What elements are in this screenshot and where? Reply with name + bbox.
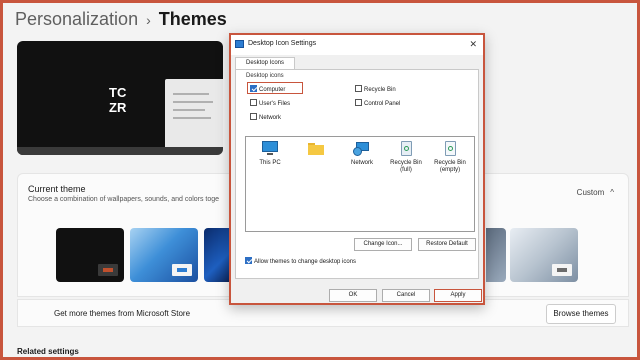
cancel-button[interactable]: Cancel — [382, 289, 430, 302]
checkbox-network[interactable]: Network — [250, 113, 281, 121]
checkbox-label: User's Files — [259, 101, 291, 107]
related-settings-heading: Related settings — [17, 347, 79, 356]
breadcrumb: Personalization › Themes — [15, 9, 227, 30]
settings-window: Personalization › Themes TC ZR Current the… — [0, 0, 640, 360]
page-title: Themes — [158, 9, 227, 29]
checkbox-checked-icon — [250, 85, 257, 92]
icon-item-user-files[interactable] — [294, 141, 338, 160]
icon-item-recycle-bin-full[interactable]: Recycle Bin (full) — [384, 141, 428, 174]
checkbox-users-files[interactable]: User's Files — [250, 99, 290, 107]
checkbox-unchecked-icon — [250, 99, 257, 106]
apply-button[interactable]: Apply — [434, 289, 482, 302]
checkbox-recycle-bin[interactable]: Recycle Bin — [355, 85, 396, 93]
network-icon — [353, 141, 371, 157]
icon-label: Network — [350, 160, 373, 166]
desktop-settings-icon — [235, 40, 244, 48]
preview-taskbar — [17, 147, 223, 155]
preview-line — [173, 109, 205, 111]
checkbox-label: Allow themes to change desktop icons — [254, 259, 357, 265]
folder-icon — [307, 141, 325, 157]
tab-desktop-icons[interactable]: Desktop Icons — [235, 57, 295, 69]
desktop-icons-panel: Desktop icons Computer Recycle Bin User'… — [235, 69, 479, 279]
icon-item-network[interactable]: Network — [340, 141, 384, 167]
checkbox-checked-icon — [245, 257, 252, 264]
checkbox-control-panel[interactable]: Control Panel — [355, 99, 400, 107]
checkbox-unchecked-icon — [355, 85, 362, 92]
chevron-up-icon: ^ — [610, 188, 614, 197]
icon-list[interactable]: This PC Network Recycle Bin (full) Recyc… — [245, 136, 475, 232]
preview-window — [165, 79, 223, 155]
checkbox-computer[interactable]: Computer — [250, 85, 285, 93]
custom-label: Custom — [576, 188, 605, 197]
preview-line — [173, 117, 211, 119]
icon-item-this-pc[interactable]: This PC — [248, 141, 292, 167]
icon-label: Recycle Bin (full) — [390, 160, 422, 173]
recycle-bin-full-icon — [397, 141, 415, 157]
icon-label: This PC — [259, 160, 281, 166]
icon-label: Recycle Bin (empty) — [434, 160, 466, 173]
preview-logo: TC ZR — [109, 85, 126, 115]
dialog-titlebar[interactable]: Desktop Icon Settings ✕ — [231, 35, 483, 55]
theme-thumbnail-flow[interactable] — [510, 228, 578, 282]
checkbox-unchecked-icon — [355, 99, 362, 106]
ok-button[interactable]: OK — [329, 289, 377, 302]
theme-thumbnail-partial[interactable] — [486, 228, 506, 282]
theme-thumbnail-bloom-light[interactable] — [130, 228, 198, 282]
restore-default-button[interactable]: Restore Default — [418, 238, 476, 251]
checkbox-label: Computer — [259, 87, 286, 93]
checkbox-label: Recycle Bin — [364, 87, 396, 93]
thumbnail-window — [172, 264, 192, 276]
checkbox-allow-themes[interactable]: Allow themes to change desktop icons — [245, 257, 356, 265]
preview-line — [173, 93, 209, 95]
store-themes-text: Get more themes from Microsoft Store — [54, 309, 191, 318]
dialog-title: Desktop Icon Settings — [248, 40, 317, 47]
recycle-bin-empty-icon — [441, 141, 459, 157]
current-theme-title: Current theme — [28, 184, 86, 194]
checkbox-label: Network — [259, 115, 282, 121]
preview-line — [173, 101, 213, 103]
change-icon-button[interactable]: Change Icon... — [354, 238, 412, 251]
thumbnail-window — [552, 264, 572, 276]
browse-themes-button[interactable]: Browse themes — [546, 304, 616, 324]
checkbox-unchecked-icon — [250, 113, 257, 120]
custom-theme-expander[interactable]: Custom ^ — [577, 188, 614, 197]
current-theme-description: Choose a combination of wallpapers, soun… — [28, 196, 220, 203]
theme-preview: TC ZR — [17, 41, 223, 155]
desktop-icons-group-label: Desktop icons — [246, 73, 284, 79]
desktop-icon-settings-dialog: Desktop Icon Settings ✕ Desktop Icons De… — [229, 33, 485, 305]
preview-logo-line1: TC — [109, 85, 127, 100]
breadcrumb-personalization[interactable]: Personalization — [15, 9, 138, 29]
close-icon[interactable]: ✕ — [469, 39, 477, 50]
checkbox-label: Control Panel — [364, 101, 401, 107]
theme-thumbnail-dark[interactable] — [56, 228, 124, 282]
monitor-icon — [261, 141, 279, 157]
breadcrumb-separator: › — [146, 12, 151, 28]
thumbnail-window — [98, 264, 118, 276]
preview-logo-line2: ZR — [109, 100, 127, 115]
icon-item-recycle-bin-empty[interactable]: Recycle Bin (empty) — [428, 141, 472, 174]
